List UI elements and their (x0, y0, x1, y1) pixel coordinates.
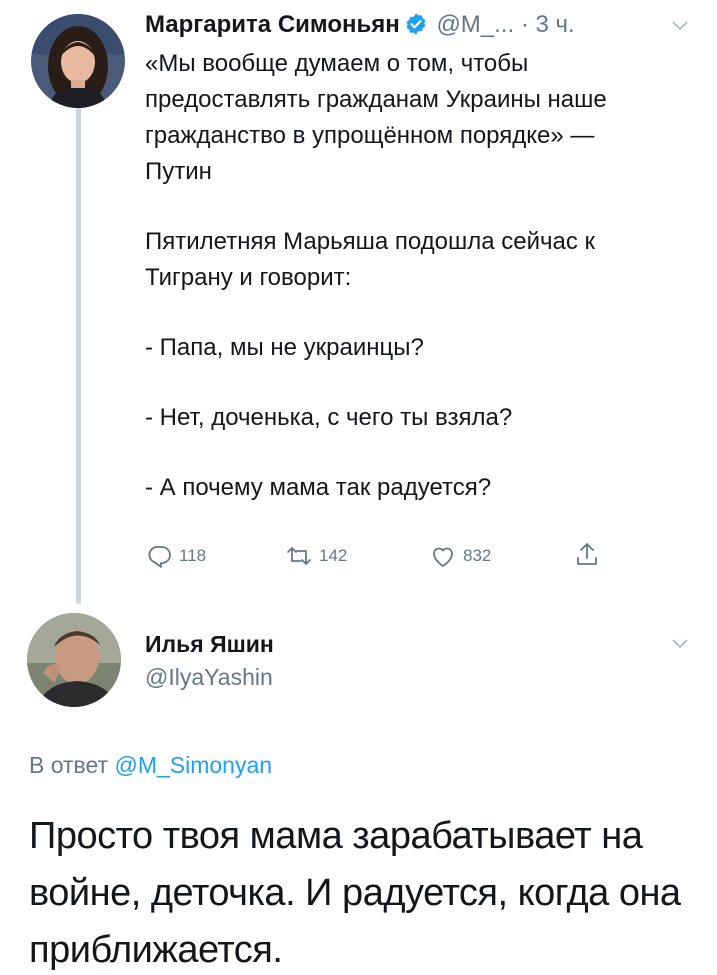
tweet-time[interactable]: 3 ч. (536, 11, 575, 38)
tweet-paragraph: «Мы вообще думаем о том, чтобы предостав… (145, 50, 607, 185)
tweet-text: «Мы вообще думаем о том, чтобы предостав… (145, 46, 665, 506)
author-name[interactable]: Маргарита Симоньян (145, 11, 400, 38)
share-icon (577, 543, 597, 565)
tweet-paragraph: - А почему мама так радуется? (145, 474, 492, 501)
twitter-thread-screen: Маргарита Симоньян @M_... · 3 ч. «Мы воо… (0, 0, 717, 975)
chevron-down-icon[interactable] (671, 634, 689, 652)
like-count: 832 (463, 546, 492, 565)
separator-dot: · (520, 11, 529, 38)
avatar-margarita[interactable] (31, 14, 125, 108)
like-heart-icon (433, 547, 453, 567)
reply-icon (148, 546, 171, 568)
avatar-margarita-image (31, 14, 125, 108)
reply-button[interactable]: 118 (145, 542, 206, 570)
share-button[interactable] (573, 540, 601, 568)
author-name[interactable]: Илья Яшин (145, 628, 697, 660)
author-handle[interactable]: @IlyaYashin (145, 662, 697, 692)
avatar-ilya[interactable] (27, 613, 121, 707)
retweet-button[interactable]: 142 (285, 542, 347, 570)
reply-context: В ответ @M_Simonyan (29, 752, 272, 779)
tweet-paragraph: - Нет, доченька, с чего ты взяла? (145, 404, 513, 431)
tweet-paragraph: Пятилетняя Марьяша подошла сейчас к Тигр… (145, 228, 596, 291)
chevron-down-icon[interactable] (671, 16, 689, 34)
tweet-margarita: Маргарита Симоньян @M_... · 3 ч. «Мы воо… (145, 10, 697, 506)
tweet-actions: 118 142 832 (145, 538, 615, 578)
avatar-ilya-image (27, 613, 121, 707)
author-handle[interactable]: @M_... (436, 11, 514, 38)
tweet-paragraph: - Папа, мы не украинцы? (145, 334, 424, 361)
thread-connector-line (76, 104, 81, 604)
retweet-count: 142 (319, 546, 348, 565)
reply-prefix: В ответ (29, 752, 109, 778)
verified-badge-icon (406, 13, 426, 35)
tweet-ilya-text: Просто твоя мама зарабатывает на войне, … (29, 815, 681, 971)
like-button[interactable]: 832 (429, 542, 491, 570)
reply-count: 118 (179, 546, 207, 565)
retweet-icon (287, 547, 311, 565)
tweet-header: Маргарита Симоньян @M_... · 3 ч. (145, 10, 697, 44)
tweet-ilya-header: Илья Яшин @IlyaYashin (145, 628, 697, 692)
reply-handle-link[interactable]: @M_Simonyan (114, 752, 272, 778)
